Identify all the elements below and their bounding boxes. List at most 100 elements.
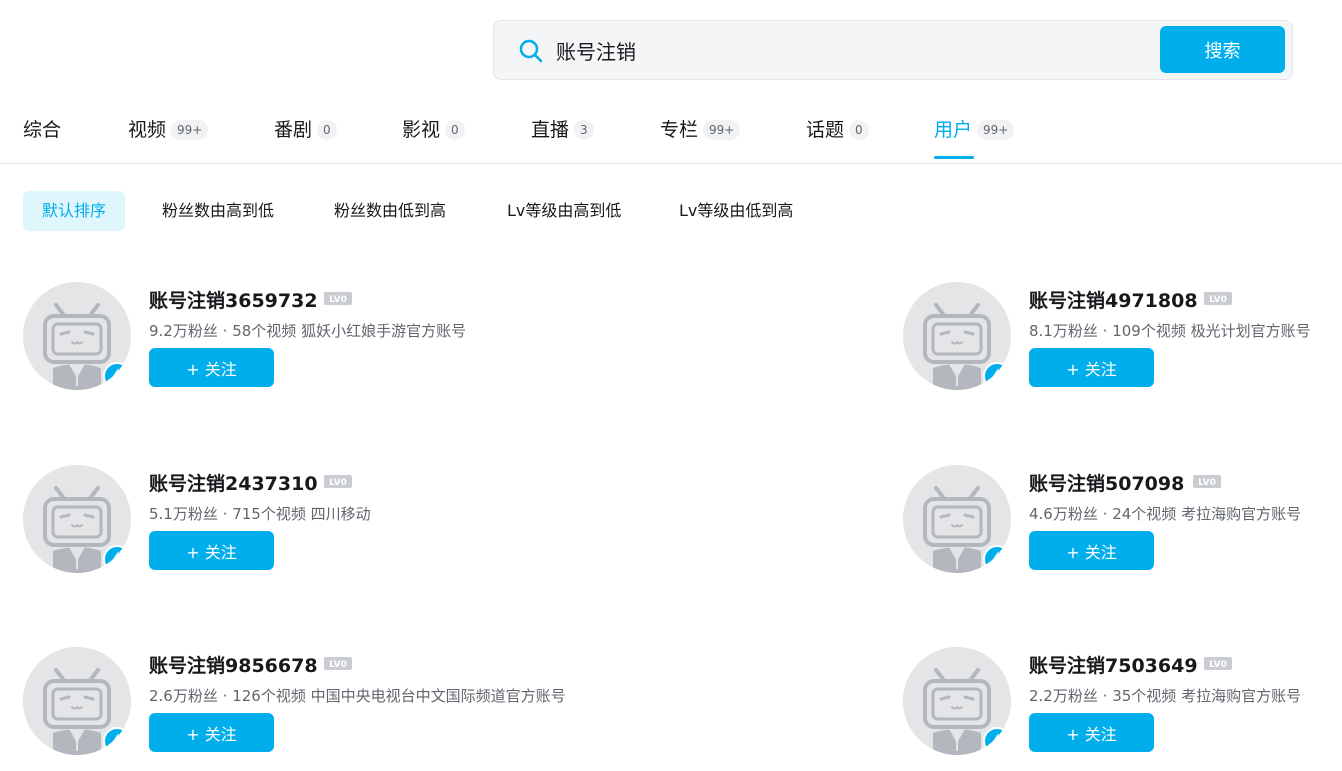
level-badge-icon: LV0 [324,292,352,305]
sort-level-desc[interactable]: Lv等级由高到低 [507,191,621,231]
level-badge-icon: LV0 [1193,475,1221,488]
fans-count: 2.6万粉丝 [149,687,218,705]
meta-separator: · [222,322,228,340]
level-badge-icon: LV0 [324,475,352,488]
meta-separator: · [1102,687,1108,705]
user-meta: 2.6万粉丝 · 126个视频 中国中央电视台中文国际频道官方账号 [149,685,566,706]
video-count: 126个视频 [232,687,306,705]
level-label: LV0 [1198,478,1216,488]
level-badge-icon: LV0 [1204,657,1232,670]
avatar[interactable] [23,465,131,573]
video-count: 58个视频 [232,322,297,340]
verified-lightning-icon [103,362,131,390]
fans-count: 8.1万粉丝 [1029,322,1098,340]
tab-user[interactable]: 用户 99+ [934,118,1015,164]
tab-label: 影视 [402,119,441,141]
user-card-5: 账号注销9856678 LV0 2.6万粉丝 · 126个视频 中国中央电视台中… [23,647,566,767]
verified-lightning-icon [103,727,131,755]
video-count: 24个视频 [1112,505,1177,523]
tab-count: 0 [445,120,465,140]
user-meta: 4.6万粉丝 · 24个视频 考拉海购官方账号 [1029,503,1301,524]
video-count: 35个视频 [1112,687,1177,705]
tab-topic[interactable]: 话题 0 [806,118,869,164]
fans-count: 2.2万粉丝 [1029,687,1098,705]
user-name[interactable]: 账号注销4971808 [1029,286,1198,313]
user-meta: 8.1万粉丝 · 109个视频 极光计划官方账号 [1029,320,1311,341]
avatar[interactable] [23,282,131,390]
tab-count: 99+ [703,120,741,140]
follow-button[interactable]: + 关注 [149,348,274,387]
sort-level-asc[interactable]: Lv等级由低到高 [679,191,793,231]
user-name[interactable]: 账号注销9856678 [149,651,318,678]
tab-count: 0 [317,120,337,140]
fans-count: 9.2万粉丝 [149,322,218,340]
verified-lightning-icon [983,362,1011,390]
meta-separator: · [222,687,228,705]
search-input[interactable] [556,31,1136,69]
user-meta: 2.2万粉丝 · 35个视频 考拉海购官方账号 [1029,685,1301,706]
sort-fans-desc[interactable]: 粉丝数由高到低 [162,191,274,231]
user-description: 狐妖小红娘手游官方账号 [301,322,467,340]
level-badge-icon: LV0 [1204,292,1232,305]
meta-separator: · [1102,505,1108,523]
fans-count: 5.1万粉丝 [149,505,218,523]
level-label: LV0 [1209,295,1227,305]
user-meta: 5.1万粉丝 · 715个视频 四川移动 [149,503,371,524]
sort-default[interactable]: 默认排序 [23,191,126,231]
video-count: 109个视频 [1112,322,1186,340]
user-card-4: 账号注销507098 LV0 4.6万粉丝 · 24个视频 考拉海购官方账号 +… [903,465,1342,585]
user-description: 四川移动 [310,505,371,523]
avatar[interactable] [903,647,1011,755]
user-description: 考拉海购官方账号 [1181,687,1302,705]
tab-label: 视频 [128,119,167,141]
avatar[interactable] [23,647,131,755]
follow-button[interactable]: + 关注 [149,531,274,570]
search-button[interactable]: 搜索 [1160,26,1285,73]
sort-fans-asc[interactable]: 粉丝数由低到高 [334,191,446,231]
level-label: LV0 [329,478,347,488]
tab-label: 番剧 [274,119,313,141]
tab-all[interactable]: 综合 [23,118,61,164]
category-tabs: 综合 视频 99+ 番剧 0 影视 0 直播 3 专栏 99+ 话题 0 用户 … [0,100,1342,164]
meta-separator: · [1102,322,1108,340]
search-bar: 搜索 [493,20,1293,80]
tab-count: 3 [574,120,594,140]
follow-button[interactable]: + 关注 [1029,348,1154,387]
level-badge-icon: LV0 [324,657,352,670]
tab-bangumi[interactable]: 番剧 0 [274,118,337,164]
avatar[interactable] [903,282,1011,390]
user-meta: 9.2万粉丝 · 58个视频 狐妖小红娘手游官方账号 [149,320,466,341]
verified-lightning-icon [983,727,1011,755]
tab-label: 用户 [934,119,973,141]
tab-movie[interactable]: 影视 0 [402,118,465,164]
avatar[interactable] [903,465,1011,573]
user-name[interactable]: 账号注销2437310 [149,469,318,496]
follow-button[interactable]: + 关注 [149,713,274,752]
level-label: LV0 [329,660,347,670]
tab-label: 话题 [806,119,845,141]
tab-count: 99+ [977,120,1015,140]
verified-lightning-icon [103,545,131,573]
user-description: 极光计划官方账号 [1190,322,1311,340]
user-name[interactable]: 账号注销507098 [1029,469,1184,496]
follow-button[interactable]: + 关注 [1029,713,1154,752]
tab-count: 0 [849,120,869,140]
user-name[interactable]: 账号注销7503649 [1029,651,1198,678]
tab-count: 99+ [171,120,209,140]
tab-live[interactable]: 直播 3 [531,118,594,164]
fans-count: 4.6万粉丝 [1029,505,1098,523]
tab-video[interactable]: 视频 99+ [128,118,209,164]
level-label: LV0 [1209,660,1227,670]
search-icon [519,39,543,63]
user-card-1: 账号注销3659732 LV0 9.2万粉丝 · 58个视频 狐妖小红娘手游官方… [23,282,466,402]
tab-article[interactable]: 专栏 99+ [660,118,741,164]
tab-label: 专栏 [660,119,699,141]
level-label: LV0 [329,295,347,305]
verified-lightning-icon [983,545,1011,573]
user-description: 考拉海购官方账号 [1181,505,1302,523]
user-name[interactable]: 账号注销3659732 [149,286,318,313]
user-card-2: 账号注销4971808 LV0 8.1万粉丝 · 109个视频 极光计划官方账号… [903,282,1342,402]
user-description: 中国中央电视台中文国际频道官方账号 [310,687,566,705]
user-card-6: 账号注销7503649 LV0 2.2万粉丝 · 35个视频 考拉海购官方账号 … [903,647,1342,767]
follow-button[interactable]: + 关注 [1029,531,1154,570]
